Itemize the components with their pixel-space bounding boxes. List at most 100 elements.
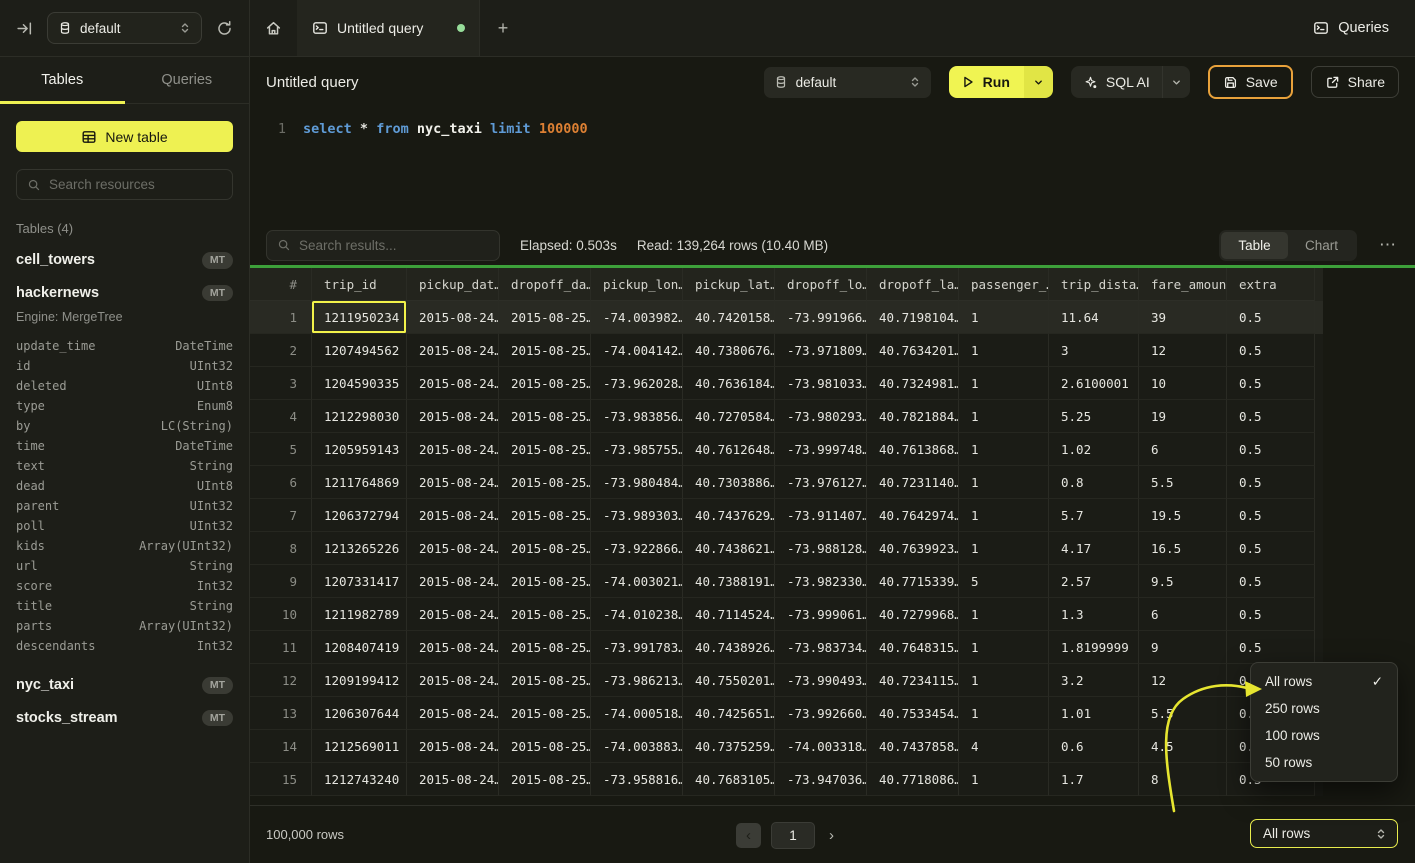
table-cell[interactable]: 2.6100001 <box>1049 367 1139 400</box>
schema-column-row[interactable]: byLC(String) <box>16 416 233 436</box>
table-cell[interactable]: 12 <box>1139 664 1227 697</box>
table-cell[interactable]: -74.003318… <box>775 730 867 763</box>
table-cell[interactable]: 5 <box>250 433 312 466</box>
table-cell[interactable]: -73.980293… <box>775 400 867 433</box>
table-cell[interactable]: 4 <box>250 400 312 433</box>
table-header-cell[interactable]: passenger_… <box>959 268 1049 301</box>
results-search-input[interactable] <box>299 238 489 253</box>
table-cell[interactable]: 0.5 <box>1227 499 1315 532</box>
table-cell[interactable]: 2 <box>250 334 312 367</box>
table-cell[interactable]: 2015-08-25… <box>499 532 591 565</box>
collapse-sidebar-icon[interactable] <box>16 20 33 37</box>
table-cell[interactable]: 40.7613868… <box>867 433 959 466</box>
table-header-cell[interactable]: fare_amount <box>1139 268 1227 301</box>
table-cell[interactable]: 1206307644 <box>312 697 407 730</box>
table-cell[interactable]: 4.5 <box>1139 730 1227 763</box>
tab-untitled-query[interactable]: Untitled query <box>298 0 480 56</box>
schema-column-row[interactable]: deletedUInt8 <box>16 376 233 396</box>
table-cell[interactable]: 40.7683105… <box>683 763 775 796</box>
table-cell[interactable]: 1 <box>959 433 1049 466</box>
table-cell[interactable]: 40.7279968… <box>867 598 959 631</box>
table-cell[interactable]: 15 <box>250 763 312 796</box>
table-header-cell[interactable]: pickup_dat… <box>407 268 499 301</box>
table-cell[interactable]: -74.003982… <box>591 301 683 334</box>
schema-column-row[interactable]: deadUInt8 <box>16 476 233 496</box>
table-cell[interactable]: 0.5 <box>1227 631 1315 664</box>
prev-page-button[interactable]: ‹ <box>736 823 761 848</box>
table-cell[interactable]: -74.003883… <box>591 730 683 763</box>
table-cell[interactable]: 40.7718086… <box>867 763 959 796</box>
table-cell[interactable]: 2015-08-24… <box>407 763 499 796</box>
table-cell[interactable]: 11 <box>250 631 312 664</box>
table-cell[interactable]: 5.7 <box>1049 499 1139 532</box>
table-cell[interactable]: 5.5 <box>1139 466 1227 499</box>
next-page-button[interactable]: › <box>825 827 838 844</box>
table-cell[interactable]: 0.5 <box>1227 532 1315 565</box>
table-cell[interactable]: 2015-08-25… <box>499 400 591 433</box>
table-cell[interactable]: 1211950234 <box>312 301 407 334</box>
table-cell[interactable]: -73.999061… <box>775 598 867 631</box>
topbar-database-select[interactable]: default <box>47 12 202 44</box>
table-cell[interactable]: 40.7198104… <box>867 301 959 334</box>
table-cell[interactable]: 40.7324981… <box>867 367 959 400</box>
table-cell[interactable]: 0.5 <box>1227 433 1315 466</box>
table-cell[interactable]: -73.983856… <box>591 400 683 433</box>
table-cell[interactable]: 11.64 <box>1049 301 1139 334</box>
table-cell[interactable]: 8 <box>1139 763 1227 796</box>
table-cell[interactable]: -73.992660… <box>775 697 867 730</box>
table-cell[interactable]: 10 <box>1139 367 1227 400</box>
schema-column-row[interactable]: scoreInt32 <box>16 576 233 596</box>
table-cell[interactable]: -73.989303… <box>591 499 683 532</box>
save-button[interactable]: Save <box>1208 65 1293 99</box>
table-cell[interactable]: -73.911407… <box>775 499 867 532</box>
table-cell[interactable]: 2015-08-24… <box>407 433 499 466</box>
dropdown-item[interactable]: All rows✓ <box>1251 668 1397 695</box>
table-cell[interactable]: 1 <box>250 301 312 334</box>
table-cell[interactable]: -73.971809… <box>775 334 867 367</box>
table-cell[interactable]: 3 <box>250 367 312 400</box>
table-cell[interactable]: 2015-08-25… <box>499 697 591 730</box>
table-cell[interactable]: 2015-08-24… <box>407 334 499 367</box>
new-table-button[interactable]: New table <box>16 121 233 152</box>
table-cell[interactable]: 1 <box>959 301 1049 334</box>
table-header-cell[interactable]: # <box>250 268 312 301</box>
table-cell[interactable]: 2015-08-25… <box>499 367 591 400</box>
table-cell[interactable]: -73.985755… <box>591 433 683 466</box>
table-cell[interactable]: 40.7612648… <box>683 433 775 466</box>
table-cell[interactable]: 40.7375259… <box>683 730 775 763</box>
table-cell[interactable]: 2015-08-25… <box>499 763 591 796</box>
sidebar-table-nyc-taxi[interactable]: nyc_taxi MT <box>16 677 233 694</box>
table-cell[interactable]: 1 <box>959 499 1049 532</box>
table-cell[interactable]: 2015-08-25… <box>499 631 591 664</box>
table-cell[interactable]: 1207331417 <box>312 565 407 598</box>
table-cell[interactable]: 2015-08-24… <box>407 631 499 664</box>
schema-column-row[interactable]: timeDateTime <box>16 436 233 456</box>
table-cell[interactable]: 1.01 <box>1049 697 1139 730</box>
table-cell[interactable]: 14 <box>250 730 312 763</box>
table-cell[interactable]: 1 <box>959 598 1049 631</box>
table-cell[interactable]: 1211982789 <box>312 598 407 631</box>
view-tab-table[interactable]: Table <box>1221 232 1288 259</box>
table-header-cell[interactable]: dropoff_da… <box>499 268 591 301</box>
table-cell[interactable]: -73.999748… <box>775 433 867 466</box>
table-cell[interactable]: 2015-08-24… <box>407 400 499 433</box>
table-cell[interactable]: 13 <box>250 697 312 730</box>
table-cell[interactable]: -74.000518… <box>591 697 683 730</box>
schema-column-row[interactable]: update_timeDateTime <box>16 336 233 356</box>
table-cell[interactable]: 40.7234115… <box>867 664 959 697</box>
table-header-cell[interactable]: trip_id <box>312 268 407 301</box>
table-header-cell[interactable]: trip_dista… <box>1049 268 1139 301</box>
table-cell[interactable]: -73.986213… <box>591 664 683 697</box>
table-cell[interactable]: 40.7821884… <box>867 400 959 433</box>
schema-column-row[interactable]: descendantsInt32 <box>16 636 233 656</box>
table-cell[interactable]: 10 <box>250 598 312 631</box>
table-cell[interactable]: 1.7 <box>1049 763 1139 796</box>
table-cell[interactable]: 2015-08-24… <box>407 532 499 565</box>
table-cell[interactable]: 9.5 <box>1139 565 1227 598</box>
table-cell[interactable]: 1207494562 <box>312 334 407 367</box>
table-cell[interactable]: -73.982330… <box>775 565 867 598</box>
refresh-icon[interactable] <box>216 20 233 37</box>
table-cell[interactable]: 40.7114524… <box>683 598 775 631</box>
table-cell[interactable]: 5.5 <box>1139 697 1227 730</box>
table-cell[interactable]: -73.991966… <box>775 301 867 334</box>
